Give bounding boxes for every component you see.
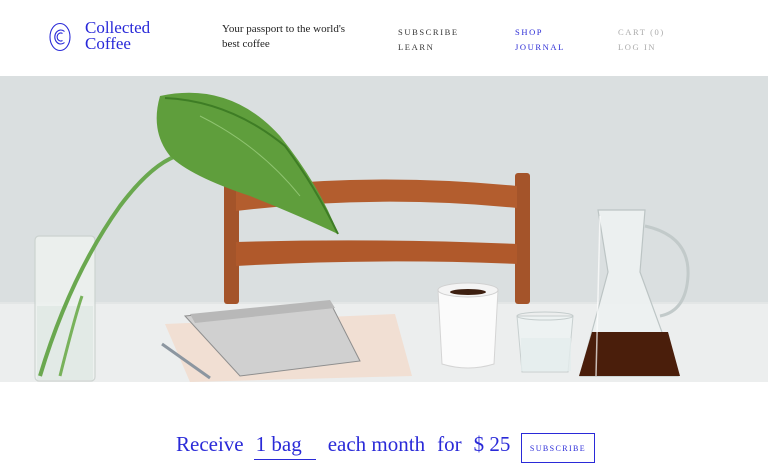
nav-column-primary: Subscribe Learn <box>398 25 459 55</box>
nav-column-account: Cart (0) Log in <box>618 25 665 55</box>
quantity-select[interactable]: 1 bag <box>253 432 316 460</box>
nav-learn-link[interactable]: Learn <box>398 40 459 55</box>
hero-image <box>0 76 768 382</box>
brand-name: Collected Coffee <box>85 19 150 53</box>
nav-column-secondary: Shop Journal <box>515 25 565 55</box>
nav-shop-link[interactable]: Shop <box>515 25 565 40</box>
nav-journal-link[interactable]: Journal <box>515 40 565 55</box>
cc-monogram-icon <box>49 22 71 52</box>
word-for: for <box>437 432 462 456</box>
word-each-month: each month <box>327 432 426 456</box>
nav-subscribe-link[interactable]: Subscribe <box>398 25 459 40</box>
word-receive: Receive <box>176 432 244 456</box>
nav-login-link[interactable]: Log in <box>618 40 665 55</box>
brand-name-line2: Coffee <box>85 33 131 53</box>
hero-illustration <box>0 76 768 382</box>
nav-cart-link[interactable]: Cart (0) <box>618 25 665 40</box>
subscribe-button[interactable]: Subscribe <box>521 433 595 463</box>
coffee-cup <box>437 282 499 369</box>
logo-link[interactable]: Collected Coffee <box>49 19 150 53</box>
tagline: Your passport to the world's best coffee <box>222 23 346 50</box>
price: $ 25 <box>473 432 511 456</box>
water-glass <box>516 311 574 373</box>
site-header: Collected Coffee Your passport to the wo… <box>0 0 768 76</box>
subscription-sentence: Receive 1 bag each month for $ 25 <box>176 432 522 460</box>
subscription-bar: Receive 1 bag each month for $ 25 Subscr… <box>0 382 768 475</box>
